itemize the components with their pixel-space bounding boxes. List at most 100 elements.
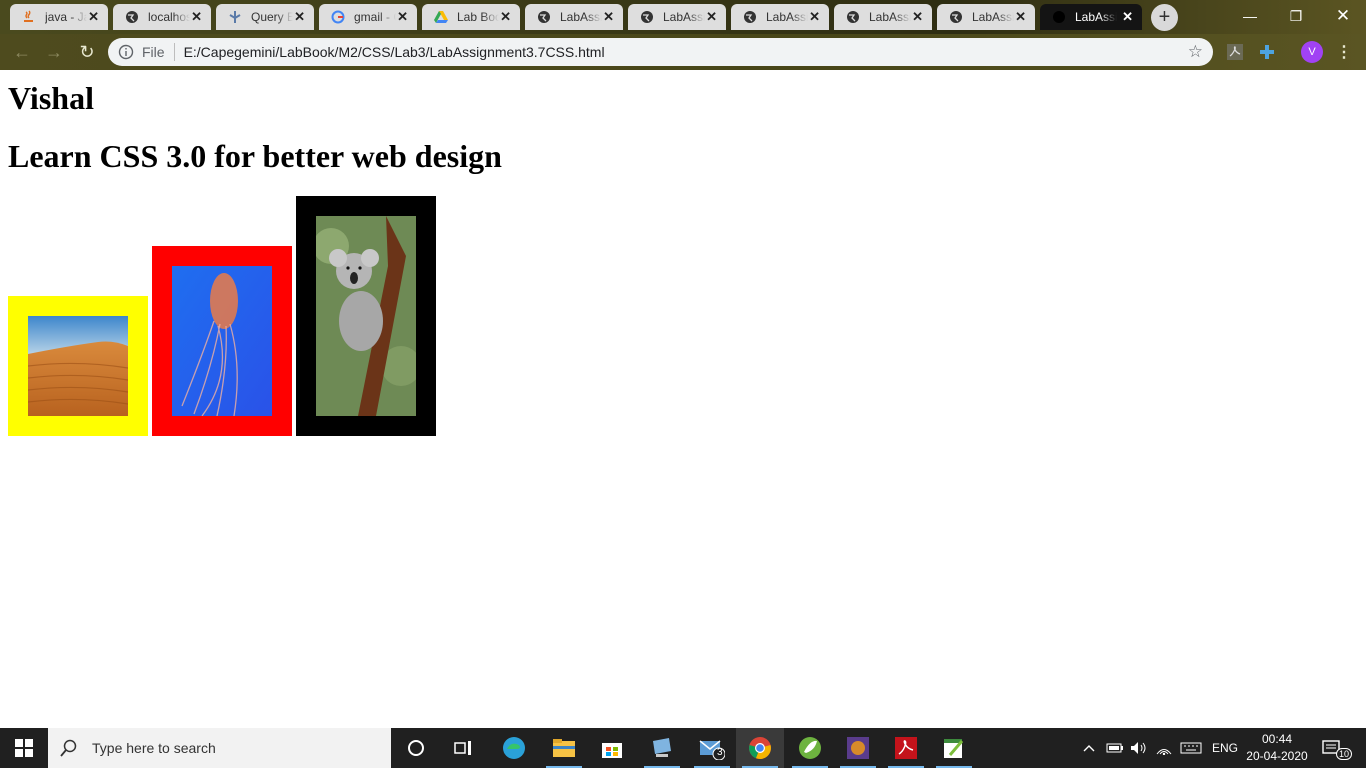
globe-icon [640, 10, 654, 24]
edge-icon [503, 737, 525, 759]
clock-date: 20-04-2020 [1246, 749, 1308, 763]
notification-badge: 10 [1336, 748, 1353, 760]
search-placeholder: Type here to search [92, 740, 216, 756]
scheme-label: File [142, 44, 165, 60]
game-app[interactable] [834, 728, 882, 768]
edge-app[interactable] [490, 728, 538, 768]
pdf-extension-icon[interactable] [1226, 43, 1244, 61]
globe-icon [743, 10, 757, 24]
mail-badge: 3 [717, 747, 723, 758]
wifi-button[interactable] [1155, 728, 1173, 768]
restore-button[interactable]: ❐ [1273, 3, 1319, 29]
tab-gmail[interactable]: gmail - Google ✕ [319, 4, 417, 30]
close-icon[interactable]: ✕ [706, 9, 717, 25]
chevron-up-icon [1083, 745, 1095, 752]
task-view-icon [454, 741, 471, 755]
close-icon[interactable]: ✕ [809, 9, 820, 25]
keyboard-button[interactable] [1180, 728, 1202, 768]
file-explorer-app[interactable] [540, 728, 588, 768]
folder-icon [553, 739, 575, 757]
clock[interactable]: 00:44 20-04-2020 [1240, 731, 1314, 765]
close-icon[interactable]: ✕ [397, 9, 408, 25]
cortana-icon [408, 740, 424, 756]
minimize-button[interactable]: — [1227, 3, 1273, 29]
java-icon [22, 10, 36, 24]
computer-icon [653, 738, 671, 757]
info-icon[interactable] [118, 44, 134, 60]
address-bar[interactable]: File E:/Capegemini/LabBook/M2/CSS/Lab3/L… [108, 38, 1213, 66]
chrome-app[interactable] [736, 728, 784, 768]
tab-labassignment-active[interactable]: LabAssignment ✕ [1040, 4, 1142, 30]
query-icon [228, 10, 242, 24]
page-content: Vishal Learn CSS 3.0 for better web desi… [0, 70, 1366, 728]
back-button[interactable]: ← [10, 40, 34, 64]
wifi-icon [1156, 749, 1172, 755]
close-icon[interactable]: ✕ [88, 9, 99, 25]
page-title: Vishal [8, 80, 94, 116]
forward-button[interactable]: → [42, 40, 66, 64]
kebab-menu-icon[interactable]: ⋮ [1336, 42, 1352, 62]
page-subtitle: Learn CSS 3.0 for better web design [8, 138, 502, 174]
jellyfish-frame [152, 246, 292, 436]
spring-icon [799, 737, 821, 759]
tab-labassignment[interactable]: LabAssignment ✕ [731, 4, 829, 30]
close-icon[interactable]: ✕ [191, 9, 202, 25]
battery-icon [1106, 743, 1123, 753]
close-icon[interactable]: ✕ [1122, 9, 1133, 25]
windows-logo-icon [15, 739, 33, 757]
avatar[interactable]: V [1301, 41, 1323, 63]
cortana-button[interactable] [392, 728, 440, 768]
clock-time: 00:44 [1261, 732, 1293, 746]
notifications-button[interactable]: 10 [1322, 728, 1353, 768]
show-hidden-icons-button[interactable] [1082, 728, 1096, 768]
new-tab-button[interactable]: + [1151, 4, 1178, 31]
taskbar-search-box[interactable]: Type here to search [48, 728, 391, 768]
windows-start-button[interactable] [0, 728, 48, 768]
tab-java[interactable]: java - Javatpoint ✕ [10, 4, 108, 30]
acrobat-icon [895, 737, 917, 759]
editor-app[interactable] [930, 728, 978, 768]
store-icon [602, 743, 622, 758]
volume-button[interactable] [1130, 728, 1148, 768]
globe-icon [537, 10, 551, 24]
game-icon [847, 737, 869, 759]
tab-strip: java - Javatpoint ✕ localhost ✕ Query Ed… [0, 0, 1366, 34]
close-icon[interactable]: ✕ [912, 9, 923, 25]
acrobat-app[interactable] [882, 728, 930, 768]
tab-labassignment[interactable]: LabAssignment ✕ [628, 4, 726, 30]
close-icon[interactable]: ✕ [1015, 9, 1026, 25]
globe-icon [1052, 10, 1066, 24]
browser-toolbar: ← → ↻ File E:/Capegemini/LabBook/M2/CSS/… [0, 34, 1366, 70]
close-window-button[interactable]: ✕ [1320, 3, 1366, 29]
koala-frame [296, 196, 436, 436]
close-icon[interactable]: ✕ [294, 9, 305, 25]
tab-labassignment[interactable]: LabAssignment ✕ [525, 4, 623, 30]
close-icon[interactable]: ✕ [603, 9, 614, 25]
tab-query[interactable]: Query Editor ✕ [216, 4, 314, 30]
store-app[interactable] [588, 728, 636, 768]
tab-localhost[interactable]: localhost ✕ [113, 4, 211, 30]
chrome-icon [749, 737, 771, 760]
network-app[interactable] [638, 728, 686, 768]
desert-image [28, 316, 128, 416]
tab-labassignment[interactable]: LabAssignment ✕ [937, 4, 1035, 30]
koala-image [316, 216, 416, 416]
battery-button[interactable] [1106, 728, 1124, 768]
extension-icon[interactable] [1258, 43, 1276, 61]
bookmark-star-icon[interactable]: ☆ [1188, 42, 1203, 62]
task-view-button[interactable] [440, 728, 488, 768]
spring-tool-app[interactable] [786, 728, 834, 768]
divider [173, 43, 175, 61]
tab-labassignment[interactable]: LabAssignment ✕ [834, 4, 932, 30]
reload-button[interactable]: ↻ [75, 40, 99, 64]
globe-icon [949, 10, 963, 24]
tab-lab-book[interactable]: Lab Book ✕ [422, 4, 520, 30]
mail-app[interactable]: 3 [688, 728, 736, 768]
language-indicator[interactable]: ENG [1212, 728, 1238, 768]
desert-frame [8, 296, 148, 436]
globe-icon [125, 10, 139, 24]
close-icon[interactable]: ✕ [500, 9, 511, 25]
google-icon [331, 10, 345, 24]
windows-taskbar: Type here to search 3 ENG 00:44 20-04-20… [0, 728, 1366, 768]
url-text[interactable]: E:/Capegemini/LabBook/M2/CSS/Lab3/LabAss… [184, 44, 605, 60]
